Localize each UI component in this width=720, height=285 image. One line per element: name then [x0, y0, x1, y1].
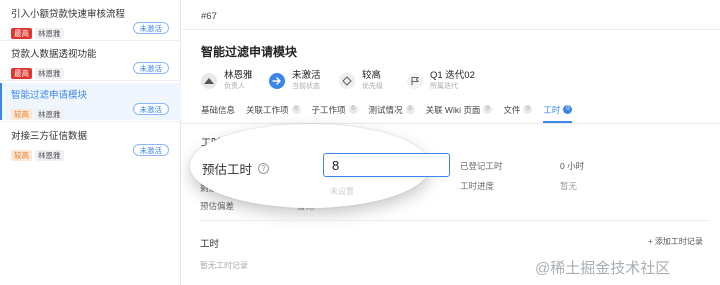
tab-count: 0 [405, 105, 415, 114]
tab-label: 基础信息 [201, 104, 236, 115]
add-worklog-button[interactable]: + 添加工时记录 [648, 236, 703, 247]
assignee-tag: 林恩雅 [35, 108, 64, 120]
divider [0, 80, 181, 81]
estimate-label: 预估工时 [202, 163, 253, 177]
recorded-label: 已登记工时 [460, 161, 503, 171]
deviation-label: 预估偏差 [200, 201, 235, 211]
owner-caption: 负责人 [224, 83, 245, 90]
priority-value: 较高 [362, 70, 382, 81]
empty-logs-text: 暂无工时记录 [200, 261, 248, 270]
assignee-tag: 林恩雅 [35, 67, 64, 79]
status-badge[interactable]: 未激活 [132, 22, 169, 34]
tab-count: 0 [483, 105, 493, 114]
list-item[interactable]: 引入小额贷款快速审核流程 最高 林恩雅 未激活 [0, 2, 181, 39]
status-badge[interactable]: 未激活 [132, 144, 169, 156]
tab-basic-info[interactable]: 基础信息 [201, 101, 235, 118]
tab-wiki[interactable]: 关联 Wiki 页面 0 [426, 101, 493, 118]
tab-count: 0 [291, 105, 301, 114]
tab-label: 文件 [503, 104, 521, 115]
tab-files[interactable]: 文件 0 [503, 101, 533, 118]
arrow-right-icon [269, 73, 285, 89]
priority-badge: 最高 [11, 67, 32, 79]
iteration-field[interactable]: Q1 迭代02 所属迭代 [407, 68, 475, 94]
tab-label: 关联 Wiki 页面 [425, 104, 481, 115]
tab-label: 子工作项 [311, 104, 346, 115]
item-title: 智能过滤申请模块 [11, 90, 88, 101]
owner-value: 林恩雅 [224, 70, 253, 81]
issue-title[interactable]: 智能过滤申请模块 [201, 43, 297, 60]
iteration-value: Q1 迭代02 [430, 70, 475, 81]
tab-count: 0 [348, 105, 358, 114]
tab-label: 测试情况 [368, 104, 403, 115]
priority-icon [339, 73, 355, 89]
priority-badge: 较高 [11, 149, 32, 161]
tab-sub-items[interactable]: 子工作项 0 [312, 101, 358, 118]
list-item-selected[interactable]: 智能过滤申请模块 较高 林恩雅 未激活 [0, 83, 181, 120]
item-title: 对接三方征信数据 [11, 131, 88, 142]
help-icon[interactable]: ? [258, 163, 270, 174]
flag-icon [407, 73, 423, 89]
tab-count: 0 [563, 105, 573, 114]
estimate-input[interactable] [323, 153, 450, 177]
tab-worklog[interactable]: 工时 0 [543, 101, 573, 123]
tab-tests[interactable]: 测试情况 0 [369, 101, 415, 118]
state-value: 未激活 [292, 70, 321, 81]
list-item[interactable]: 贷款人数据透视功能 最高 林恩雅 未激活 [0, 42, 181, 79]
estimate-field-label: 预估工时 ? [202, 159, 270, 178]
divider [181, 123, 720, 124]
priority-caption: 优先级 [362, 83, 383, 90]
divider [200, 220, 710, 221]
progress-value: 暂无 [560, 181, 578, 191]
divider [181, 29, 720, 30]
detail-tabs: 基础信息 关联工作项 0 子工作项 0 测试情况 0 关联 Wiki 页面 0 文件 0 … [201, 101, 583, 123]
divider [0, 40, 181, 41]
tab-related-items[interactable]: 关联工作项 0 [246, 101, 301, 118]
remaining-value: 未设置 [330, 187, 354, 196]
status-badge[interactable]: 未激活 [132, 103, 169, 115]
tab-label: 工时 [543, 104, 561, 115]
avatar [201, 73, 217, 89]
iteration-caption: 所属迭代 [430, 83, 458, 90]
assignee-tag: 林恩雅 [35, 27, 64, 39]
list-item[interactable]: 对接三方征信数据 较高 林恩雅 未激活 [0, 124, 181, 161]
assignee-tag: 林恩雅 [35, 149, 64, 161]
watermark: @稀土掘金技术社区 [535, 260, 671, 277]
tab-count: 0 [523, 105, 533, 114]
item-title: 引入小额贷款快速审核流程 [11, 9, 126, 20]
work-item-list: 引入小额贷款快速审核流程 最高 林恩雅 未激活 贷款人数据透视功能 最高 林恩雅… [0, 0, 181, 285]
priority-badge: 较高 [11, 108, 32, 120]
divider [0, 121, 181, 122]
issue-number: #67 [201, 11, 217, 22]
tab-label: 关联工作项 [246, 104, 289, 115]
status-badge[interactable]: 未激活 [132, 62, 169, 74]
priority-badge: 最高 [11, 27, 32, 39]
recorded-value: 0 小时 [560, 161, 585, 171]
item-title: 贷款人数据透视功能 [11, 49, 97, 60]
priority-field[interactable]: 较高 优先级 [339, 68, 383, 94]
owner-field[interactable]: 林恩雅 负责人 [201, 68, 253, 94]
logs-section-title: 工时 [200, 239, 220, 250]
state-caption: 当前状态 [292, 83, 320, 90]
progress-label: 工时进度 [460, 181, 495, 191]
state-field[interactable]: 未激活 当前状态 [269, 68, 321, 94]
